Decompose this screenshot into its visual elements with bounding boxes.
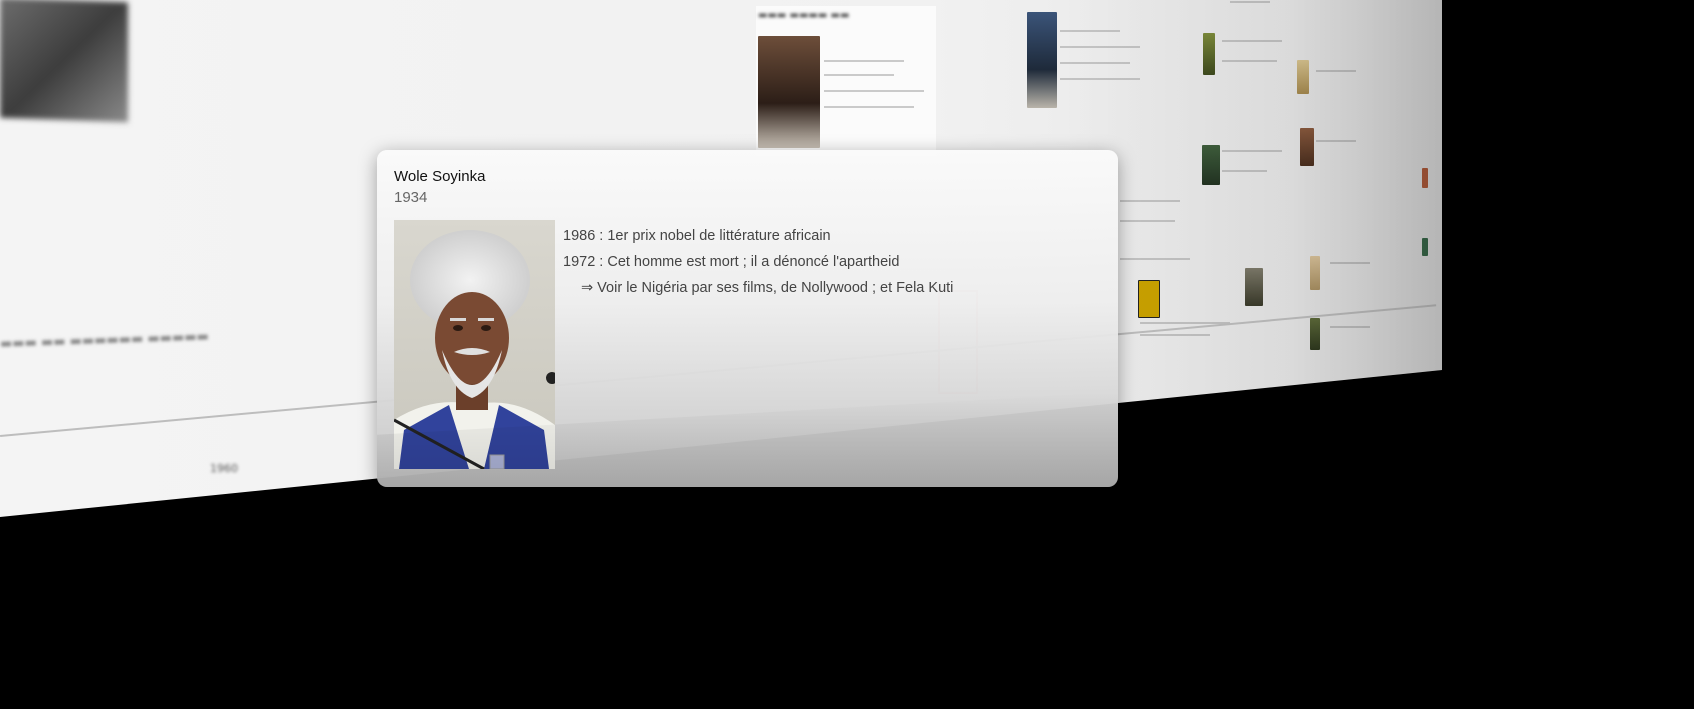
- popup-date: 1934: [394, 189, 428, 206]
- event-detail-popup[interactable]: Wole Soyinka 1934 1986: 1er prix nobel …: [377, 150, 1118, 487]
- event-line: 1986 : 1er prix nobel de littérature afr…: [563, 228, 831, 244]
- background-card-title: ▬▬▬ ▬▬▬▬ ▬▬: [758, 10, 850, 21]
- related-link[interactable]: ⇒ Voir le Nigéria par ses films, de Noll…: [563, 275, 953, 301]
- popup-events: 1986 : 1er prix nobel de littérature afr…: [563, 223, 953, 301]
- timeline-stage: ▬▬▬ ▬▬ ▬▬▬▬▬▬ ▬▬▬▬▬ ▬▬▬ ▬▬▬▬ ▬▬ 1960 Wol…: [0, 0, 1694, 709]
- person-portrait-icon: [394, 220, 555, 469]
- background-thumbnail: [1027, 12, 1057, 108]
- background-thumbnail: [758, 36, 820, 148]
- event-line: 1972 : Cet homme est mort ; il a dénoncé…: [563, 254, 900, 270]
- background-photo: [0, 0, 128, 123]
- timeline-axis-label: 1960: [210, 462, 238, 475]
- background-caption: ▬▬▬ ▬▬ ▬▬▬▬▬▬ ▬▬▬▬▬: [0, 329, 210, 352]
- popup-title: Wole Soyinka: [394, 168, 486, 185]
